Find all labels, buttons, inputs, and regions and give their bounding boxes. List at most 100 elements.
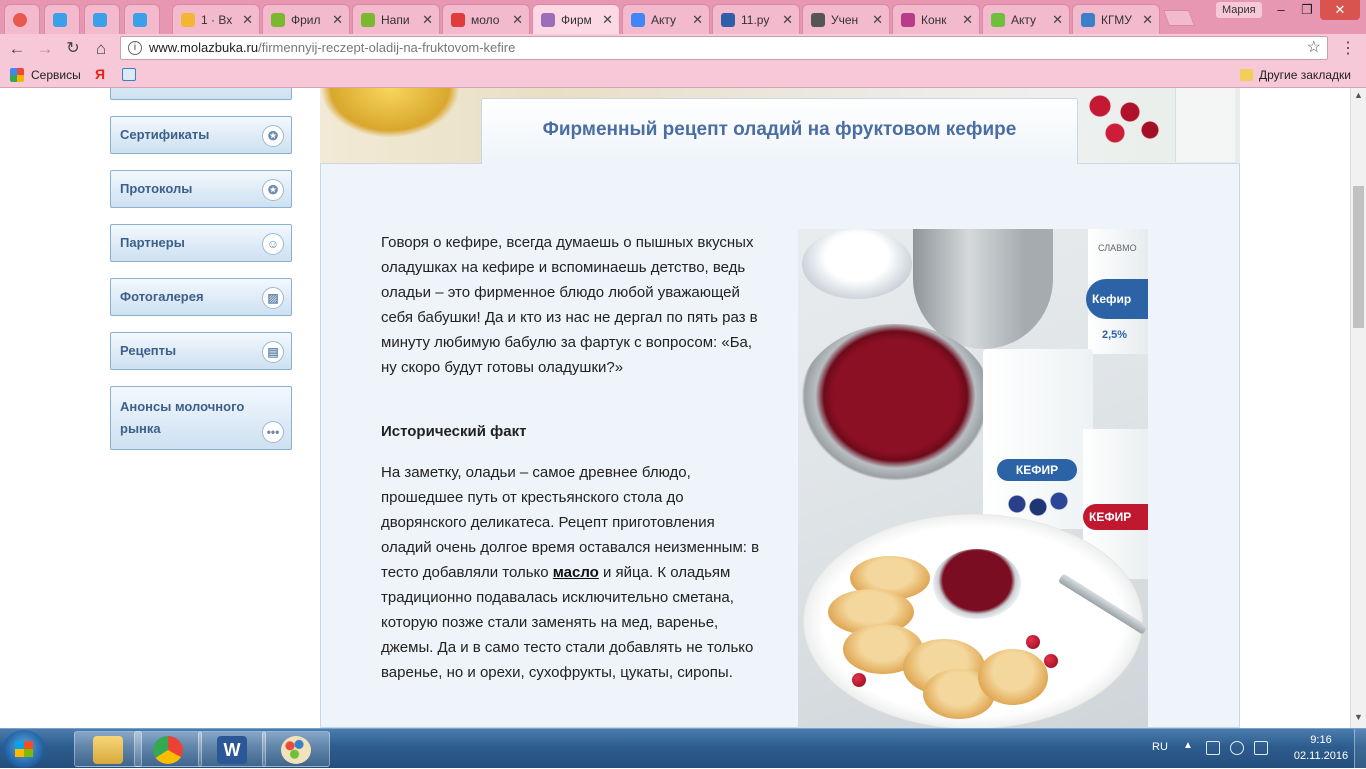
chrome-icon — [153, 736, 183, 764]
favicon-icon — [181, 13, 195, 27]
person-icon: ☺ — [262, 233, 284, 255]
tab-label: Фрил — [291, 12, 321, 27]
scroll-down-icon[interactable]: ▼ — [1354, 712, 1363, 722]
browser-tab[interactable]: Акту ✕ — [622, 4, 710, 34]
kefir-carton-blueberry: КЕФИР — [983, 349, 1093, 529]
sidebar-item-announcements[interactable]: Анонсы молочного рынка ••• — [110, 386, 292, 450]
kefir-carton-back: СЛАВМО Кефир 2,5% — [1086, 229, 1148, 354]
browser-tab[interactable]: моло ✕ — [442, 4, 530, 34]
device-icon[interactable] — [1206, 741, 1220, 755]
favicon-icon — [901, 13, 915, 27]
favicon-icon — [53, 13, 67, 27]
sidebar-item-partners[interactable]: Партнеры ☺ — [110, 224, 292, 262]
sidebar-item-label: Протоколы — [120, 181, 193, 196]
cranberry — [1026, 635, 1040, 649]
browser-tab[interactable]: 11.ру ✕ — [712, 4, 800, 34]
home-button[interactable]: ⌂ — [90, 38, 112, 60]
sidebar-item-gallery[interactable]: Фотогалерея ▨ — [110, 278, 292, 316]
browser-menu-icon[interactable]: ⋮ — [1340, 38, 1356, 58]
pancake — [978, 649, 1048, 705]
forward-button[interactable]: → — [34, 38, 56, 60]
bookmarks-bar: Сервисы Я Другие закладки — [0, 62, 1366, 88]
browser-tab[interactable]: Фрил ✕ — [262, 4, 350, 34]
reload-button[interactable]: ↻ — [62, 38, 84, 60]
close-tab-icon[interactable]: ✕ — [332, 12, 343, 28]
favicon-icon — [541, 13, 555, 27]
cranberry — [1044, 654, 1058, 668]
browser-tab[interactable]: 1 · Вх ✕ — [172, 4, 260, 34]
browser-toolbar: ← → ↻ ⌂ i www.molazbuka.ru/firmennyij-re… — [0, 34, 1366, 62]
bookmark-services[interactable]: Сервисы — [31, 68, 81, 82]
ribbon-icon: ✪ — [262, 125, 284, 147]
favicon-icon — [1081, 13, 1095, 27]
scrollbar-thumb[interactable] — [1353, 186, 1364, 328]
windows-logo-icon — [15, 741, 33, 757]
close-tab-icon[interactable]: ✕ — [962, 12, 973, 28]
close-tab-icon[interactable]: ✕ — [872, 12, 883, 28]
sidebar-item-recipes[interactable]: Рецепты ▤ — [110, 332, 292, 370]
close-tab-icon[interactable]: ✕ — [602, 12, 613, 28]
new-tab-button[interactable] — [1163, 10, 1195, 26]
maximize-button[interactable]: ❐ — [1294, 0, 1320, 20]
page-scrollbar[interactable]: ▲ ▼ — [1350, 88, 1366, 728]
close-window-button[interactable]: ✕ — [1320, 0, 1360, 20]
sidebar-item-protocols[interactable]: Протоколы ✪ — [110, 170, 292, 208]
taskbar-chrome[interactable] — [134, 731, 202, 767]
profile-button[interactable]: Мария — [1216, 2, 1262, 18]
network-icon[interactable] — [1254, 741, 1268, 755]
minimize-button[interactable]: – — [1268, 0, 1294, 20]
clock-date[interactable]: 02.11.2016 — [1290, 750, 1352, 762]
close-tab-icon[interactable]: ✕ — [1142, 12, 1153, 28]
address-bar[interactable]: i www.molazbuka.ru/firmennyij-reczept-ol… — [120, 36, 1328, 60]
bookmark-other[interactable]: Другие закладки — [1259, 68, 1351, 82]
scroll-up-icon[interactable]: ▲ — [1354, 90, 1363, 100]
close-tab-icon[interactable]: ✕ — [1052, 12, 1063, 28]
taskbar-paint[interactable] — [262, 731, 330, 767]
bookmark-star-icon[interactable]: ☆ — [1307, 37, 1321, 59]
browser-tab[interactable]: Напи ✕ — [352, 4, 440, 34]
apps-icon[interactable] — [10, 68, 24, 82]
tab-label: Конк — [921, 12, 947, 27]
info-icon[interactable]: i — [128, 41, 142, 55]
fact-paragraph: На заметку, оладьи – самое древнее блюдо… — [381, 460, 761, 685]
close-tab-icon[interactable]: ✕ — [782, 12, 793, 28]
close-tab-icon[interactable]: ✕ — [512, 12, 523, 28]
sidebar-item-certificates[interactable]: Сертификаты ✪ — [110, 116, 292, 154]
show-desktop-button[interactable] — [1354, 729, 1366, 769]
close-tab-icon[interactable]: ✕ — [242, 12, 253, 28]
browser-tab[interactable] — [84, 4, 120, 34]
start-button[interactable] — [3, 730, 45, 768]
oil-jug-image — [320, 88, 460, 138]
document-icon: ▤ — [262, 341, 284, 363]
bookmark-yandex[interactable]: Я — [95, 66, 105, 82]
bookmark-site-icon[interactable] — [122, 68, 136, 81]
taskbar-explorer[interactable] — [74, 731, 142, 767]
taskbar-word[interactable]: W — [198, 731, 266, 767]
sidebar-item-partial[interactable] — [110, 88, 292, 100]
butter-link[interactable]: масло — [553, 564, 599, 581]
browser-tab[interactable]: Фирм ✕ — [532, 4, 620, 34]
back-button[interactable]: ← — [6, 38, 28, 60]
show-hidden-icons-icon[interactable]: ▲ — [1183, 740, 1193, 751]
browser-tab[interactable]: Конк ✕ — [892, 4, 980, 34]
system-tray: RU ▲ 9:16 02.11.2016 — [1140, 729, 1366, 769]
volume-icon[interactable] — [1230, 741, 1244, 755]
article-content: Говоря о кефире, всегда думаешь о пышных… — [320, 163, 1240, 728]
browser-tab[interactable] — [44, 4, 80, 34]
browser-tab[interactable]: КГМУ ✕ — [1072, 4, 1160, 34]
browser-tab[interactable]: Учен ✕ — [802, 4, 890, 34]
tab-label: Акту — [1011, 12, 1037, 27]
word-icon: W — [217, 736, 247, 764]
clock-time[interactable]: 9:16 — [1300, 734, 1342, 746]
browser-tab[interactable] — [124, 4, 160, 34]
close-tab-icon[interactable]: ✕ — [692, 12, 703, 28]
web-page: Сертификаты ✪ Протоколы ✪ Партнеры ☺ Фот… — [0, 88, 1350, 728]
cranberry — [852, 673, 866, 687]
sugar-bowl — [802, 229, 912, 299]
browser-tab[interactable] — [4, 4, 40, 34]
close-tab-icon[interactable]: ✕ — [422, 12, 433, 28]
tab-label: Фирм — [561, 12, 592, 27]
language-indicator[interactable]: RU — [1152, 741, 1168, 753]
kefir-label-2: Кефир — [1086, 279, 1148, 319]
browser-tab[interactable]: Акту ✕ — [982, 4, 1070, 34]
